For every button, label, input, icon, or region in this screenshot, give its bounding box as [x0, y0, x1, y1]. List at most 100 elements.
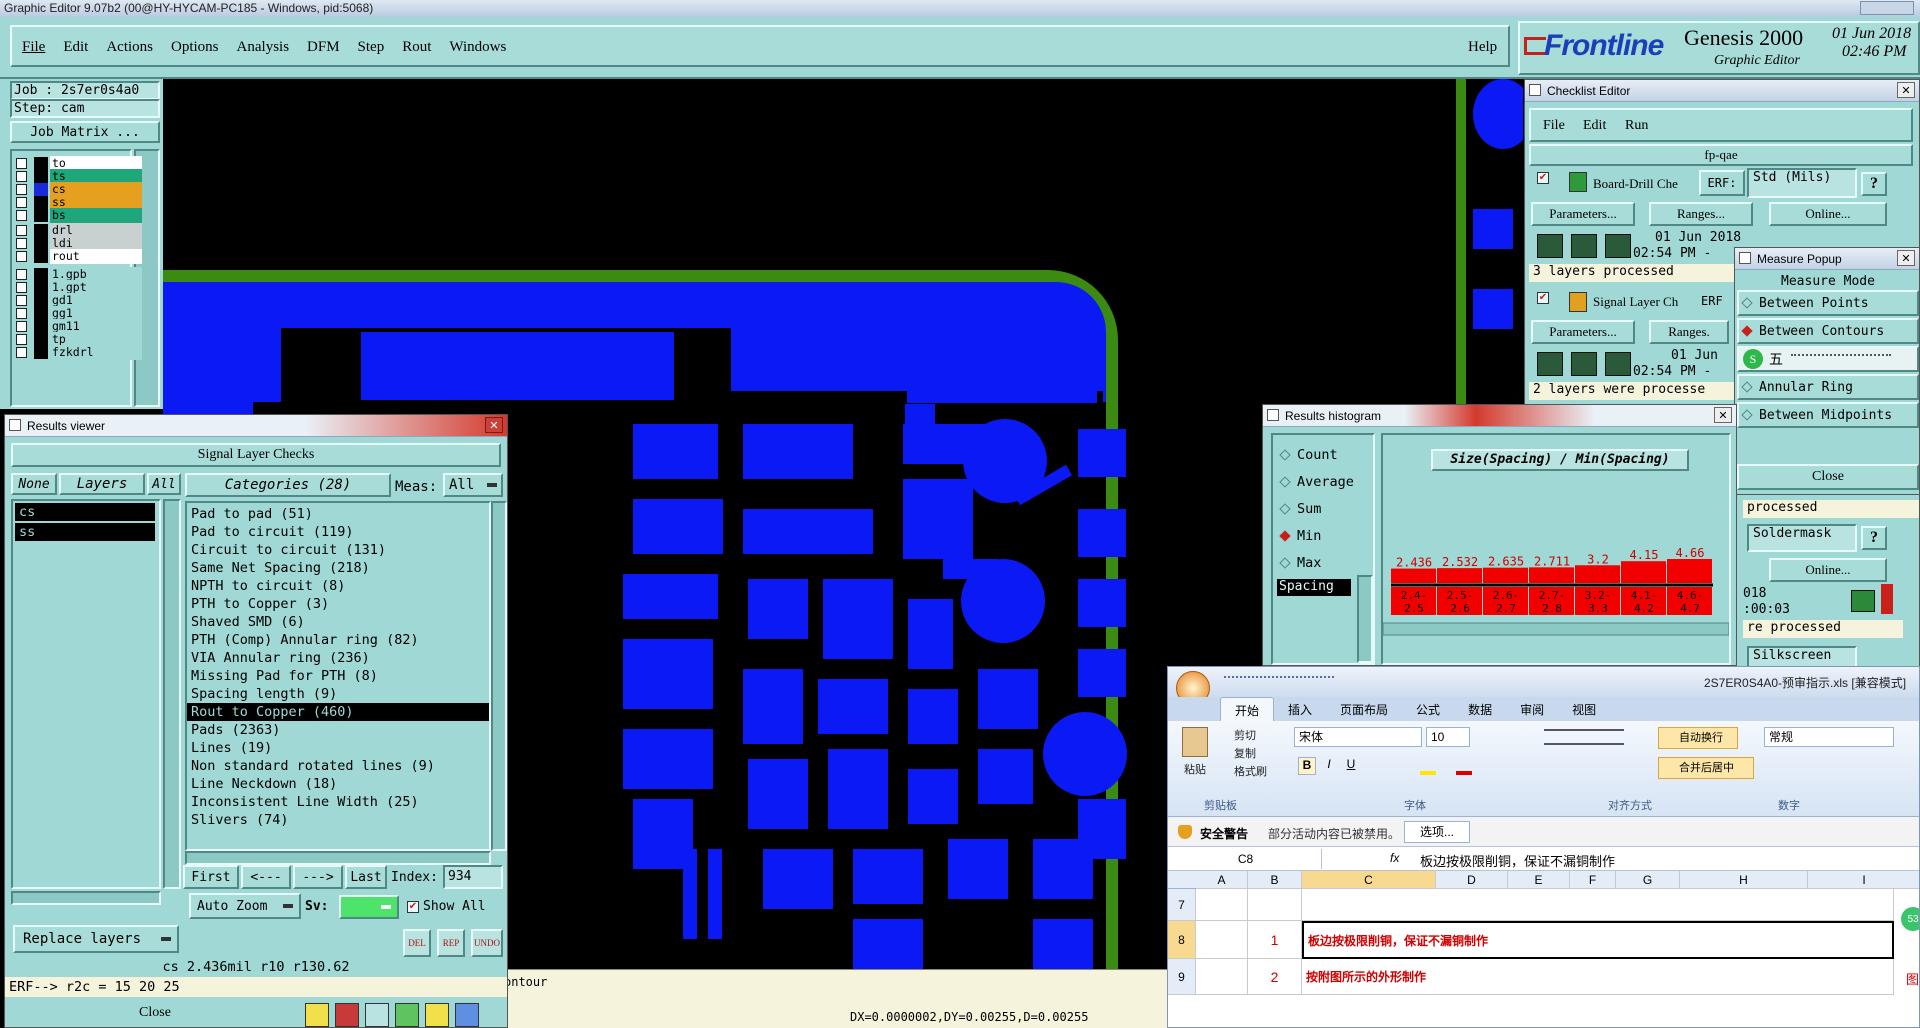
menu-analysis[interactable]: Analysis [237, 39, 290, 56]
close-icon[interactable]: ✕ [1897, 250, 1915, 266]
ribbon-tab[interactable]: 数据 [1454, 697, 1506, 721]
all-button[interactable]: All [147, 473, 181, 495]
menu-help[interactable]: Help [1468, 39, 1497, 56]
fill-color-icon[interactable] [1420, 759, 1436, 775]
measure-between-contours[interactable]: Between Contours [1737, 318, 1919, 344]
menu-edit[interactable]: Edit [63, 39, 88, 56]
tool-icon[interactable] [455, 1003, 479, 1027]
sv-color-dropdown[interactable] [339, 895, 399, 919]
close-icon[interactable]: ✕ [485, 417, 503, 433]
ribbon-tab[interactable]: 公式 [1402, 697, 1454, 721]
sheet-cell[interactable] [1248, 889, 1302, 921]
tool-icon[interactable] [305, 1003, 329, 1027]
layer-name[interactable]: bs [50, 208, 142, 223]
copy-button[interactable]: 复制 [1234, 745, 1256, 761]
layer-name[interactable]: fzkdrl [50, 345, 142, 360]
layer-checkbox[interactable] [16, 197, 27, 208]
sheet-cell[interactable]: 按附图所示的外形制作 [1302, 959, 1894, 995]
sheet-cell[interactable]: 1 [1248, 921, 1302, 959]
rep-button[interactable]: REP [437, 929, 465, 957]
menu-file[interactable]: File [22, 39, 45, 56]
layer-hscrollbar[interactable] [11, 891, 161, 905]
menu-dfm[interactable]: DFM [307, 39, 340, 56]
prev-button[interactable]: <--- [241, 865, 291, 889]
layer-row[interactable]: fzkdrl [12, 345, 142, 360]
layers-button[interactable]: Layers [59, 473, 145, 495]
run-action-icon[interactable] [1605, 234, 1631, 258]
histogram-bar[interactable] [1483, 567, 1528, 583]
category-item[interactable]: Pad to pad (51) [187, 505, 489, 523]
checklist-menu-file[interactable]: File [1543, 118, 1565, 134]
menu-windows[interactable]: Windows [449, 39, 506, 56]
sheet-cell[interactable] [1196, 889, 1248, 921]
parameters-button-1[interactable]: Parameters... [1531, 202, 1635, 226]
measure-option-ime[interactable]: S 五 [1737, 346, 1919, 372]
category-item[interactable]: NPTH to circuit (8) [187, 577, 489, 595]
formula-content[interactable]: 板边按极限削铜，保证不漏铜制作 [1420, 851, 1615, 870]
soldermask-field[interactable]: Soldermask [1747, 524, 1857, 552]
checklist-item2[interactable]: Signal Layer Ch [1593, 294, 1678, 310]
sheet-cell[interactable]: 板边按极限削铜，保证不漏铜制作 [1302, 921, 1894, 959]
histogram-bar[interactable] [1667, 559, 1712, 583]
run-action-icon[interactable] [1571, 352, 1597, 376]
measure-between-midpoints[interactable]: Between Midpoints [1737, 402, 1919, 428]
layer-checkbox[interactable] [16, 295, 27, 306]
tool-icon[interactable] [335, 1003, 359, 1027]
layer-checkbox[interactable] [16, 184, 27, 195]
ranges-button-2[interactable]: Ranges. [1649, 320, 1729, 344]
category-list[interactable]: Pad to pad (51) Pad to circuit (119) Circu… [185, 501, 491, 851]
paste-icon[interactable] [1182, 727, 1208, 757]
histogram-bar[interactable] [1529, 567, 1574, 583]
histogram-radio[interactable]: Max [1277, 553, 1371, 573]
category-scrollbar[interactable] [491, 501, 507, 851]
security-options-button[interactable]: 选项... [1404, 821, 1470, 843]
show-all-checkbox[interactable]: ✔ [407, 901, 419, 913]
run-action-icon[interactable] [1537, 352, 1563, 376]
zoom-icon[interactable] [1851, 590, 1875, 612]
histogram-radio[interactable]: Sum [1277, 499, 1371, 519]
category-item[interactable]: Slivers (74) [187, 811, 489, 829]
layer-checkbox[interactable] [16, 269, 27, 280]
last-button[interactable]: Last [345, 865, 387, 889]
ribbon-tab[interactable]: 审阅 [1506, 697, 1558, 721]
category-item[interactable]: Same Net Spacing (218) [187, 559, 489, 577]
close-icon[interactable]: ✕ [1897, 82, 1915, 98]
layer-checkbox[interactable] [16, 347, 27, 358]
close-icon[interactable]: ✕ [1714, 407, 1732, 423]
layer-checkbox[interactable] [16, 238, 27, 249]
first-button[interactable]: First [183, 865, 239, 889]
online-button-3[interactable]: Online... [1769, 558, 1887, 582]
tool-icon[interactable] [395, 1003, 419, 1027]
row-header[interactable]: 8 [1168, 921, 1196, 959]
categories-button[interactable]: Categories (28) [185, 473, 391, 497]
auto-zoom-dropdown[interactable]: Auto Zoom [189, 893, 301, 919]
quick-access-icon[interactable] [1224, 676, 1334, 688]
row-header[interactable]: 9 [1168, 959, 1196, 995]
none-button[interactable]: None [11, 473, 57, 495]
layer-checkbox[interactable] [16, 251, 27, 262]
index-input[interactable]: 934 [443, 865, 503, 889]
tool-icon[interactable] [425, 1003, 449, 1027]
category-item[interactable]: Spacing length (9) [187, 685, 489, 703]
menu-options[interactable]: Options [171, 39, 219, 56]
category-item[interactable]: VIA Annular ring (236) [187, 649, 489, 667]
category-item[interactable]: Non standard rotated lines (9) [187, 757, 489, 775]
menu-step[interactable]: Step [358, 39, 385, 56]
results-close-button[interactable]: Close [5, 999, 305, 1027]
measure-close-button[interactable]: Close [1737, 464, 1919, 490]
paste-label[interactable]: 粘贴 [1184, 761, 1206, 777]
histogram-bar[interactable] [1437, 568, 1482, 583]
replace-layers-dropdown[interactable]: Replace layers [13, 925, 179, 953]
check-enabled-icon[interactable]: ✔ [1537, 172, 1549, 184]
run-action-icon[interactable] [1605, 352, 1631, 376]
results-layer-list[interactable]: cs ss [11, 499, 161, 889]
ranges-button-1[interactable]: Ranges... [1649, 202, 1753, 226]
category-item[interactable]: Lines (19) [187, 739, 489, 757]
column-header[interactable]: H [1680, 871, 1808, 889]
histogram-radio[interactable]: Count [1277, 445, 1371, 465]
job-matrix-button[interactable]: Job Matrix ... [10, 121, 160, 143]
category-item[interactable]: Pad to circuit (119) [187, 523, 489, 541]
sheet-grid[interactable]: A B C D E F G H I 7 8 1 板边按极限削铜，保证不漏铜制作 9 2 按附图所示的外形制作图… [1168, 871, 1919, 1027]
undo-button[interactable]: UNDO [471, 929, 503, 957]
layer-color-swatch[interactable] [34, 346, 48, 359]
